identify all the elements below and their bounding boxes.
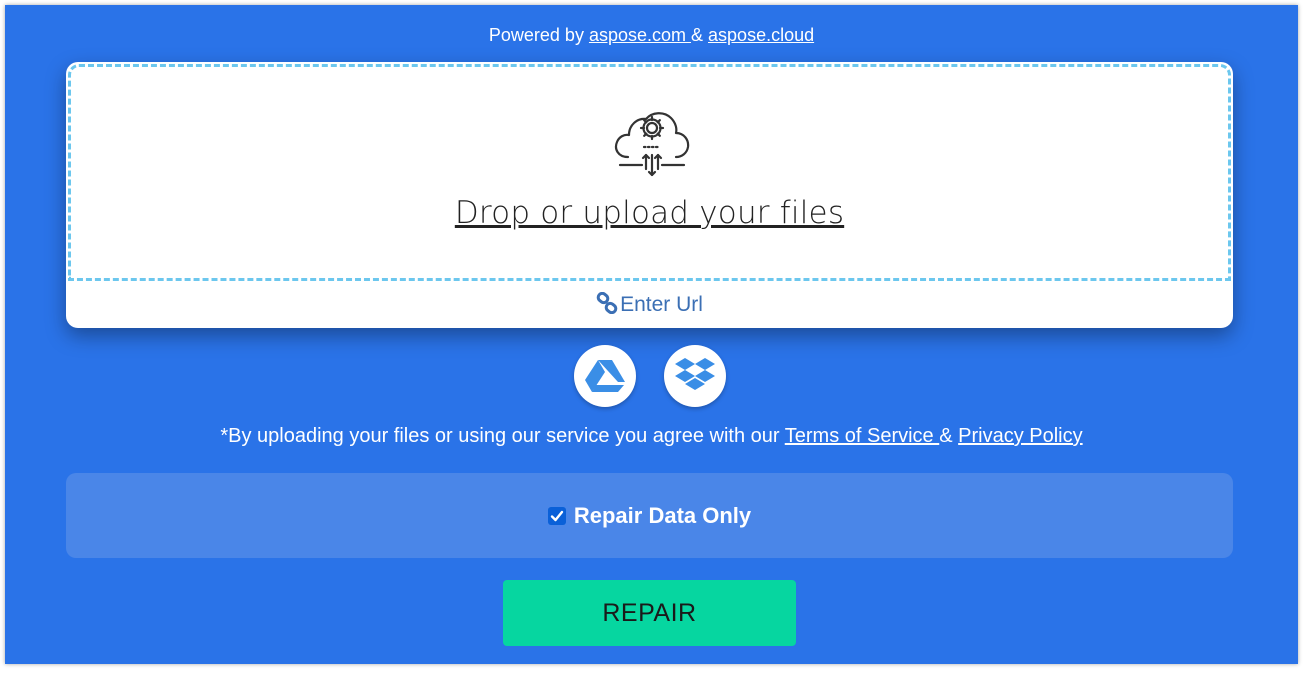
terms-amp: & [939, 425, 959, 447]
options-panel: Repair Data Only [66, 473, 1233, 558]
cloud-upload-gear-icon [614, 112, 690, 177]
app-frame: Powered by aspose.com & aspose.cloud Dro… [5, 5, 1298, 664]
aspose-com-link[interactable]: aspose.com [589, 25, 691, 45]
enter-url-label: Enter Url [620, 293, 703, 316]
repair-data-only-checkbox[interactable] [547, 506, 566, 525]
powered-prefix: Powered by [488, 25, 589, 45]
checkmark-icon [550, 510, 564, 521]
link-icon [596, 292, 618, 314]
drop-zone[interactable]: Drop or upload your files [68, 64, 1231, 281]
drop-upload-label[interactable]: Drop or upload your files [71, 195, 1228, 231]
enter-url-link[interactable]: Enter Url [66, 292, 1233, 317]
powered-by-line: Powered by aspose.com & aspose.cloud [5, 25, 1298, 46]
terms-prefix: *By uploading your files or using our se… [220, 425, 785, 447]
powered-amp: & [691, 25, 709, 45]
repair-button[interactable]: REPAIR [503, 580, 796, 646]
terms-notice: *By uploading your files or using our se… [5, 425, 1298, 448]
repair-data-only-label[interactable]: Repair Data Only [574, 503, 751, 529]
aspose-cloud-link[interactable]: aspose.cloud [708, 25, 814, 45]
dropbox-button[interactable] [664, 345, 726, 407]
upload-card: Drop or upload your files Enter Url [66, 62, 1233, 328]
privacy-policy-link[interactable]: Privacy Policy [958, 425, 1082, 447]
google-drive-icon [585, 360, 625, 392]
terms-of-service-link[interactable]: Terms of Service [785, 425, 939, 447]
google-drive-button[interactable] [574, 345, 636, 407]
dropbox-icon [675, 358, 715, 390]
